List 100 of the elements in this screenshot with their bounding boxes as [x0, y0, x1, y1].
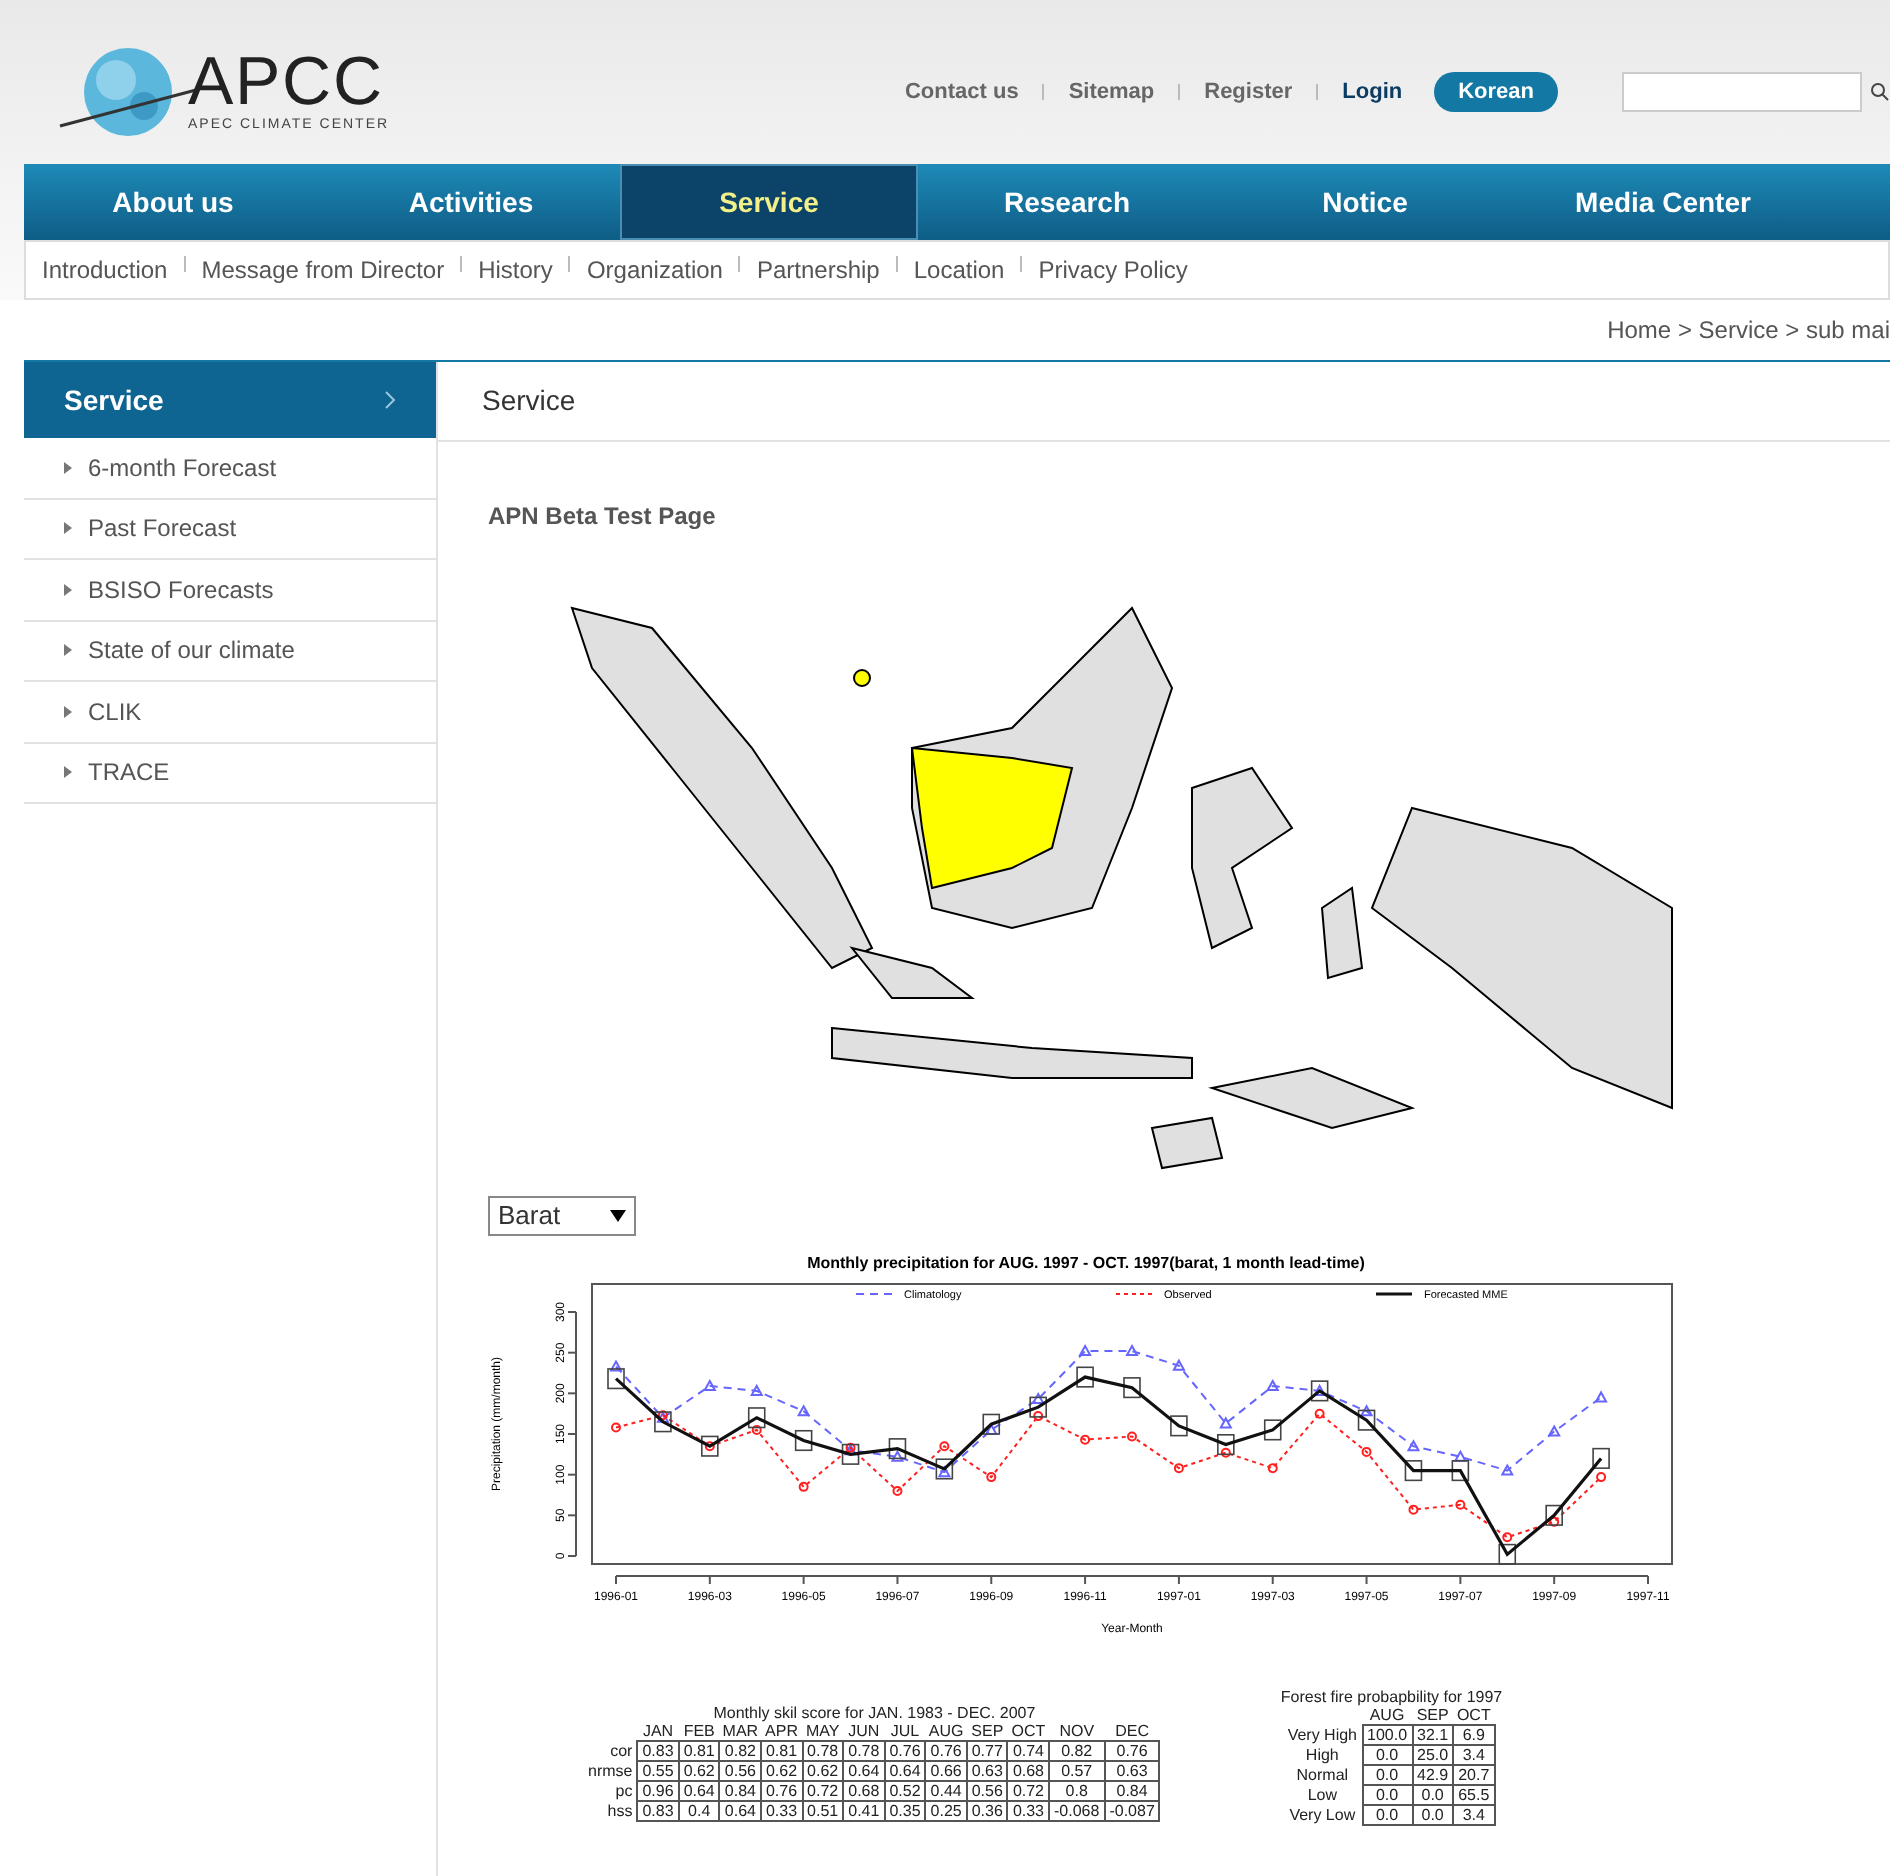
data-point	[1220, 1447, 1231, 1458]
sub-nav-link[interactable]: History	[478, 252, 553, 288]
table-cell: 3.4	[1453, 1805, 1495, 1825]
box-plot	[701, 1435, 719, 1457]
data-point	[1502, 1532, 1513, 1543]
table-cell: 0.66	[925, 1761, 967, 1781]
nav-tab[interactable]: Media Center	[1514, 164, 1812, 240]
search-icon[interactable]	[1870, 82, 1890, 102]
sub-nav-link[interactable]: Introduction	[42, 252, 168, 288]
data-point	[890, 1449, 905, 1462]
table-cell: 0.33	[760, 1801, 803, 1821]
header-link[interactable]: Contact us	[904, 75, 1019, 109]
sub-nav-link[interactable]: Location	[913, 252, 1005, 288]
data-point	[704, 1441, 715, 1452]
header-link[interactable]: Sitemap	[1068, 75, 1155, 109]
row-header: Low	[1287, 1785, 1362, 1805]
table-cell: 0.68	[1007, 1761, 1050, 1781]
box-plot	[1357, 1409, 1376, 1431]
table-cell: 0.62	[678, 1761, 720, 1781]
table-cell: 0.68	[843, 1781, 885, 1801]
column-header: SEP	[1412, 1706, 1454, 1725]
data-point	[703, 1378, 717, 1391]
data-point	[1125, 1344, 1139, 1357]
data-point	[609, 1359, 623, 1372]
box-plot	[607, 1368, 625, 1390]
column-header: FEB	[678, 1722, 720, 1741]
table-cell: 0.56	[966, 1781, 1008, 1801]
table-cell: 6.9	[1453, 1725, 1495, 1745]
table-cell: 0.63	[966, 1761, 1008, 1781]
chevron-right-icon	[384, 390, 396, 410]
table-cell: 32.1	[1412, 1725, 1454, 1745]
table-cell: 0.96	[637, 1781, 679, 1801]
data-point	[1549, 1516, 1560, 1527]
data-point	[1500, 1463, 1514, 1476]
nav-tab[interactable]: About us	[24, 164, 322, 240]
data-point	[1596, 1472, 1607, 1483]
box-plot	[1029, 1396, 1047, 1418]
box-plot	[1263, 1419, 1282, 1441]
sidebar-item[interactable]: Past Forecast	[24, 499, 436, 560]
table-cell: 0.8	[1049, 1781, 1105, 1801]
header-link[interactable]: Register	[1204, 75, 1293, 109]
search-field[interactable]	[1622, 72, 1862, 112]
sidebar-item[interactable]: BSISO Forecasts	[24, 560, 436, 621]
dropdown-arrow-icon	[610, 1210, 626, 1222]
data-point	[1267, 1463, 1278, 1474]
data-point	[1453, 1449, 1468, 1462]
table-cell: 100.0	[1362, 1725, 1413, 1745]
language-button[interactable]: Korean	[1434, 71, 1558, 113]
bullet-icon	[64, 766, 72, 779]
nav-tab[interactable]: Notice	[1216, 164, 1514, 240]
nav-tab[interactable]: Service	[620, 164, 918, 240]
nav-tab[interactable]: Activities	[322, 164, 620, 240]
table-cell: 0.0	[1362, 1785, 1413, 1805]
table-cell: 65.5	[1453, 1785, 1495, 1805]
header-link[interactable]: Login	[1342, 75, 1403, 109]
sub-nav-link[interactable]: Partnership	[756, 252, 880, 288]
table-cell: 0.78	[802, 1741, 844, 1761]
nav-tab[interactable]: Research	[918, 164, 1216, 240]
table-cell: 0.36	[966, 1801, 1008, 1821]
data-point	[1312, 1383, 1327, 1396]
sub-nav-link[interactable]: Organization	[586, 252, 723, 288]
row-header: nrmse	[588, 1761, 638, 1781]
table-cell: 0.0	[1362, 1765, 1413, 1785]
data-point	[984, 1422, 998, 1435]
column-header: DEC	[1104, 1722, 1160, 1741]
column-header: MAR	[720, 1722, 761, 1741]
sidebar-item[interactable]: CLIK	[24, 682, 436, 743]
data-point	[796, 1404, 811, 1417]
data-point	[1080, 1434, 1091, 1445]
data-point	[986, 1472, 997, 1483]
table-cell: 0.83	[637, 1741, 679, 1761]
table-cell: 0.4	[678, 1801, 720, 1821]
table-cell: 0.81	[760, 1741, 803, 1761]
region-select[interactable]: Barat	[488, 1196, 636, 1236]
table-cell: 0.44	[925, 1781, 967, 1801]
sidebar-item[interactable]: TRACE	[24, 743, 436, 804]
box-plot	[794, 1429, 813, 1452]
column-header: JAN	[637, 1722, 679, 1741]
box-plot	[1217, 1434, 1235, 1456]
data-point	[1314, 1408, 1325, 1419]
table-cell: 0.84	[719, 1781, 761, 1801]
sub-nav-link[interactable]: Privacy Policy	[1038, 252, 1188, 288]
data-point	[1127, 1431, 1137, 1442]
sidebar-item[interactable]: 6-month Forecast	[24, 438, 436, 499]
table-cell: 0.76	[884, 1741, 926, 1761]
box-plot	[1592, 1447, 1610, 1469]
sidebar-item[interactable]: State of our climate	[24, 621, 436, 682]
sub-nav-link[interactable]: Message from Director	[201, 252, 445, 288]
row-header: Very High	[1287, 1725, 1362, 1745]
bullet-icon	[64, 522, 72, 535]
bullet-icon	[64, 461, 72, 474]
breadcrumb: Home > Service > sub mai	[1607, 314, 1890, 348]
table-cell: 3.4	[1453, 1745, 1495, 1765]
chart-title: Monthly precipitation for AUG. 1997 - OCT. 1997(barat, 1 month lead-time)	[807, 1254, 1365, 1272]
data-point	[750, 1383, 764, 1396]
box-plot	[982, 1413, 1001, 1435]
table-cell: 42.9	[1412, 1765, 1454, 1785]
table-cell: 0.64	[678, 1781, 720, 1801]
data-point	[1547, 1424, 1561, 1437]
data-point	[892, 1485, 903, 1496]
